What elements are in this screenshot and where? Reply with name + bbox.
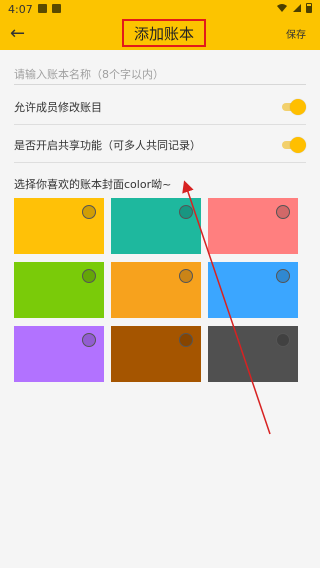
color-swatch-blue[interactable]	[208, 262, 298, 318]
selection-circle-icon	[82, 205, 96, 219]
alert-icon	[52, 4, 61, 13]
color-swatch-teal[interactable]	[111, 198, 201, 254]
status-time: 4:07	[8, 3, 33, 16]
share-toggle[interactable]	[282, 137, 306, 153]
selection-circle-icon	[179, 333, 193, 347]
status-system-icons	[276, 3, 312, 13]
color-swatch-orange[interactable]	[111, 262, 201, 318]
setting-row-share[interactable]: 是否开启共享功能（可多人共同记录）	[14, 132, 306, 163]
selection-circle-icon	[276, 333, 290, 347]
selection-circle-icon	[179, 205, 193, 219]
color-section-title: 选择你喜欢的账本封面color呦~	[14, 178, 172, 191]
image-icon	[38, 4, 47, 13]
color-swatch-gray[interactable]	[208, 326, 298, 382]
save-button[interactable]: 保存	[286, 26, 306, 41]
status-bar: 4:07	[0, 0, 320, 18]
member-edit-toggle[interactable]	[282, 99, 306, 115]
app-bar: ← 添加账本 保存	[0, 18, 320, 50]
selection-circle-icon	[276, 269, 290, 283]
wifi-icon	[277, 4, 287, 12]
battery-icon	[306, 3, 312, 13]
page-title: 添加账本	[122, 19, 206, 47]
selection-circle-icon	[179, 269, 193, 283]
signal-icon	[293, 4, 301, 12]
back-arrow-icon[interactable]: ←	[10, 24, 25, 44]
toggle-knob	[290, 99, 306, 115]
status-notification-icons	[38, 4, 61, 13]
setting-label-share: 是否开启共享功能（可多人共同记录）	[14, 139, 201, 152]
color-swatch-brown[interactable]	[111, 326, 201, 382]
setting-row-member-edit[interactable]: 允许成员修改账目	[14, 94, 306, 125]
color-swatch-green[interactable]	[14, 262, 104, 318]
color-swatch-yellow[interactable]	[14, 198, 104, 254]
selection-circle-icon	[276, 205, 290, 219]
account-book-name-input[interactable]	[14, 64, 306, 85]
selection-circle-icon	[82, 269, 96, 283]
color-swatch-purple[interactable]	[14, 326, 104, 382]
selection-circle-icon	[82, 333, 96, 347]
toggle-knob	[290, 137, 306, 153]
setting-label-member-edit: 允许成员修改账目	[14, 101, 102, 114]
color-swatch-pink[interactable]	[208, 198, 298, 254]
